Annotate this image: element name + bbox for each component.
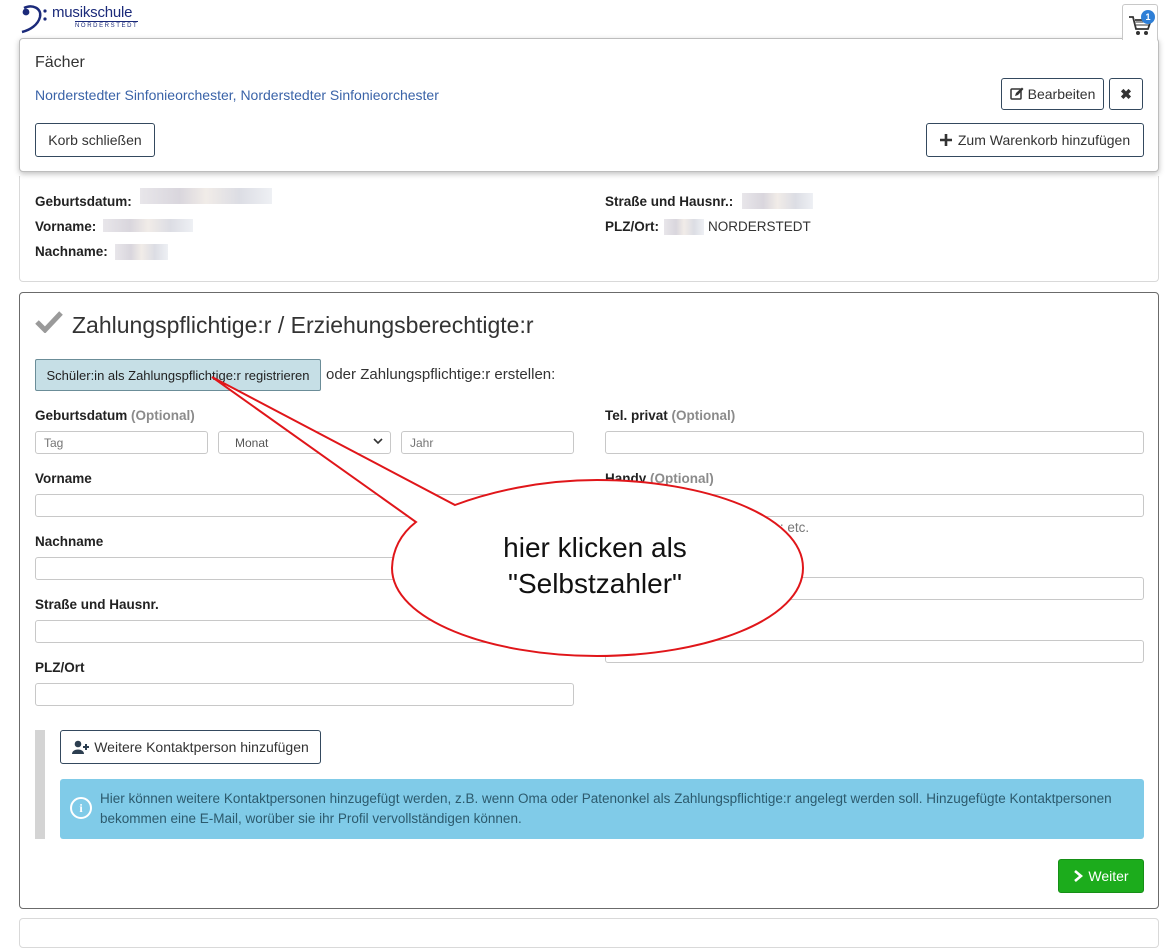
- street-label: Straße und Hausnr.: [35, 597, 159, 612]
- create-payer-text: oder Zahlungspflichtige:r erstellen:: [326, 366, 556, 383]
- close-cart-label: Korb schließen: [48, 132, 142, 148]
- street-input[interactable]: [35, 620, 574, 643]
- chevron-down-icon: [373, 438, 383, 445]
- optional-tag: (Optional): [131, 408, 195, 423]
- cart-button[interactable]: 1: [1122, 4, 1158, 40]
- add-to-cart-button[interactable]: Zum Warenkorb hinzufügen: [926, 123, 1144, 157]
- logo[interactable]: musikschule NORDERSTEDT: [18, 2, 139, 36]
- mobile-label-text: Handy: [605, 471, 647, 486]
- info-alert-text: Hier können weitere Kontaktpersonen hinz…: [100, 791, 1112, 826]
- callout-line-1: hier klicken als: [503, 532, 687, 563]
- birthdate-label: Geburtsdatum (Optional): [35, 408, 195, 423]
- close-icon: ✖: [1120, 85, 1132, 102]
- payer-section-title: Zahlungspflichtige:r / Erziehungsberecht…: [72, 312, 534, 338]
- info-icon: i: [70, 797, 92, 819]
- tel-private-label-text: Tel. privat: [605, 408, 668, 423]
- logo-text: musikschule: [52, 4, 133, 21]
- bass-clef-icon: [21, 5, 47, 34]
- redacted-plz: [664, 219, 704, 235]
- mobile-label: Handy (Optional): [605, 471, 714, 486]
- birth-month-value: Monat: [235, 436, 269, 450]
- student-lastname-label: Nachname:: [35, 244, 108, 259]
- birth-month-select[interactable]: Monat: [218, 431, 391, 454]
- info-alert: i Hier können weitere Kontaktpersonen hi…: [60, 779, 1144, 839]
- edit-icon: [1009, 87, 1024, 100]
- optional-tag: (Optional): [650, 471, 714, 486]
- redacted-firstname: [103, 219, 193, 232]
- edit-button[interactable]: Bearbeiten: [1001, 78, 1104, 110]
- tel-private-input[interactable]: [605, 431, 1144, 454]
- register-student-as-payer-button[interactable]: Schüler:in als Zahlungspflichtige:r regi…: [35, 359, 321, 391]
- plz-city-input[interactable]: [35, 683, 574, 706]
- optional-tag: (Optional): [671, 408, 736, 423]
- next-section-card: [19, 918, 1159, 948]
- student-street-label: Straße und Hausnr.:: [605, 194, 734, 209]
- add-to-cart-label: Zum Warenkorb hinzufügen: [957, 132, 1131, 148]
- redacted-birthdate: [140, 188, 272, 204]
- firstname-label: Vorname: [35, 471, 92, 486]
- remove-button[interactable]: ✖: [1109, 78, 1143, 110]
- register-student-label: Schüler:in als Zahlungspflichtige:r regi…: [46, 367, 310, 383]
- student-plz-label: PLZ/Ort:: [605, 219, 659, 234]
- callout-text: hier klicken als "Selbstzahler": [470, 530, 720, 602]
- cart-panel: Fächer Norderstedter Sinfonieorchester, …: [19, 38, 1159, 172]
- student-birthdate-label: Geburtsdatum:: [35, 194, 132, 209]
- firstname-input[interactable]: [35, 494, 574, 517]
- check-icon: [35, 311, 63, 333]
- birthdate-label-text: Geburtsdatum: [35, 408, 128, 423]
- add-user-icon: [72, 740, 90, 754]
- cart-count-badge: 1: [1141, 10, 1155, 24]
- tel-private-label: Tel. privat (Optional): [605, 408, 735, 423]
- email-confirm-input[interactable]: [605, 640, 1144, 663]
- birth-year-input[interactable]: [401, 431, 574, 454]
- redacted-lastname: [115, 244, 168, 260]
- plz-city-label: PLZ/Ort: [35, 660, 85, 675]
- edit-button-label: Bearbeiten: [1027, 86, 1096, 102]
- student-info-card: Geburtsdatum: Vorname: Nachname: Straße …: [19, 176, 1159, 282]
- redacted-street: [742, 193, 813, 209]
- student-firstname-label: Vorname:: [35, 219, 97, 234]
- add-contact-label: Weitere Kontaktperson hinzufügen: [94, 739, 309, 755]
- close-cart-button[interactable]: Korb schließen: [35, 123, 155, 157]
- logo-subtext: NORDERSTEDT: [75, 21, 139, 29]
- plus-icon: [939, 134, 952, 146]
- next-button-label: Weiter: [1088, 868, 1129, 884]
- callout-line-2: "Selbstzahler": [508, 568, 682, 599]
- birth-day-input[interactable]: [35, 431, 208, 454]
- student-city-value: NORDERSTEDT: [708, 219, 811, 234]
- mobile-input[interactable]: [605, 494, 1144, 517]
- next-button[interactable]: Weiter: [1058, 859, 1144, 893]
- cart-items-link[interactable]: Norderstedter Sinfonieorchester, Norders…: [35, 87, 439, 103]
- chevron-right-icon: [1074, 870, 1084, 882]
- add-contact-button[interactable]: Weitere Kontaktperson hinzufügen: [60, 730, 321, 764]
- lastname-label: Nachname: [35, 534, 104, 549]
- cart-heading: Fächer: [35, 54, 85, 71]
- contact-section-bar: [35, 730, 45, 839]
